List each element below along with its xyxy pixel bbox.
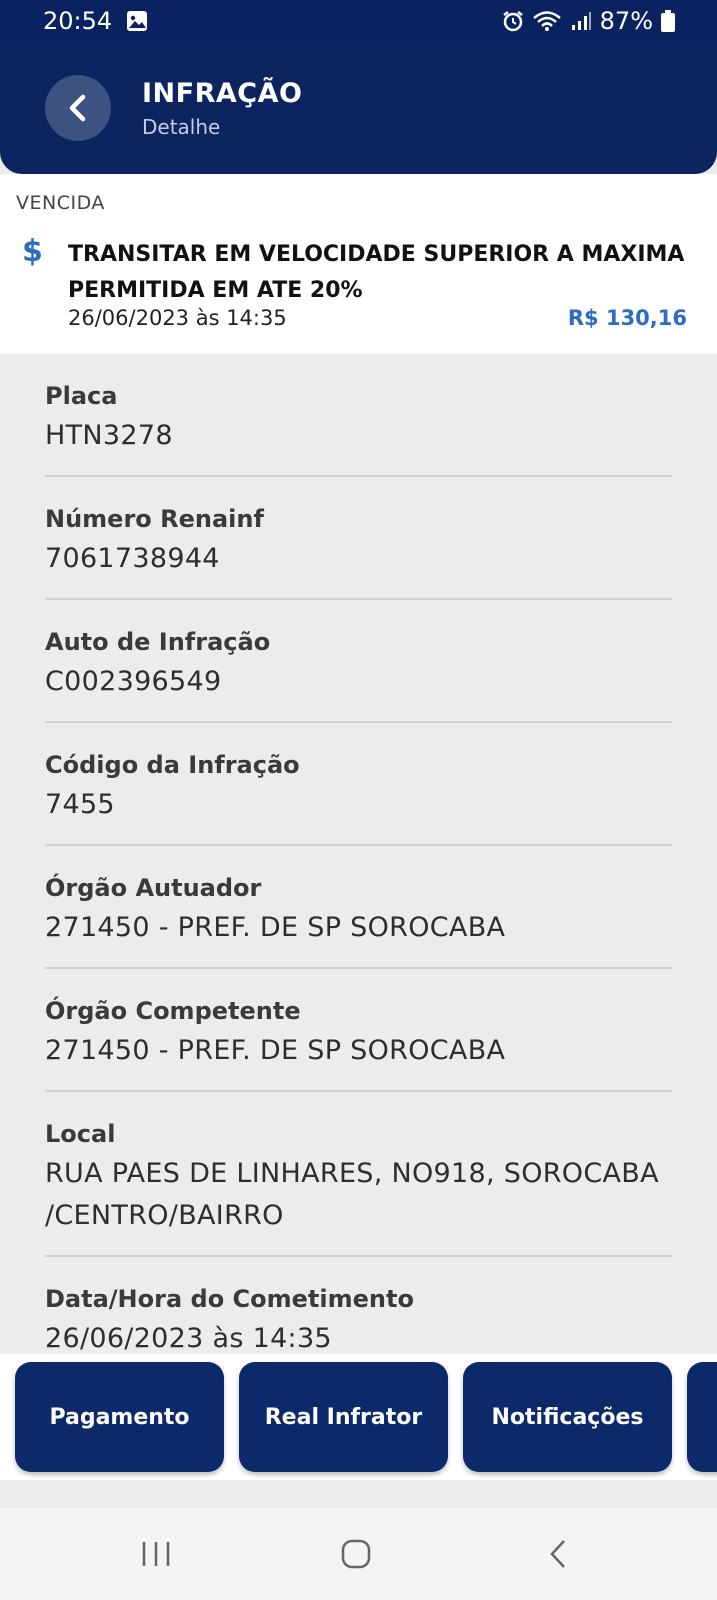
more-action-button[interactable] <box>687 1362 717 1472</box>
infraction-datetime: 26/06/2023 às 14:35 <box>68 306 287 330</box>
image-notification-icon <box>126 10 148 32</box>
wifi-icon <box>532 10 562 32</box>
details-list[interactable]: Placa HTN3278 Número Renainf 7061738944 … <box>45 354 672 1354</box>
status-bar: 20:54 87% <box>0 0 717 42</box>
field-value: RUA PAES DE LINHARES, NO918, SOROCABA /C… <box>45 1158 659 1231</box>
app-header: INFRAÇÃO Detalhe <box>0 42 717 174</box>
page-subtitle: Detalhe <box>142 115 221 139</box>
field-local: Local RUA PAES DE LINHARES, NO918, SOROC… <box>45 1092 672 1257</box>
back-button[interactable] <box>45 75 111 141</box>
field-value: 7061738944 <box>45 543 220 574</box>
field-label: Placa <box>45 382 118 410</box>
field-placa: Placa HTN3278 <box>45 354 672 477</box>
recent-apps-icon <box>142 1542 170 1566</box>
signal-icon <box>570 10 592 32</box>
infraction-summary: VENCIDA $ TRANSITAR EM VELOCIDADE SUPERI… <box>0 174 717 354</box>
notifications-button[interactable]: Notificações <box>463 1362 672 1472</box>
alarm-icon <box>502 10 524 32</box>
payment-button[interactable]: Pagamento <box>15 1362 224 1472</box>
home-icon <box>341 1539 371 1569</box>
field-value: 271450 - PREF. DE SP SOROCABA <box>45 912 506 943</box>
field-codigo-infracao: Código da Infração 7455 <box>45 723 672 846</box>
field-label: Órgão Autuador <box>45 874 262 902</box>
system-nav-bar <box>0 1508 717 1600</box>
field-value: 7455 <box>45 789 115 820</box>
recent-apps-button[interactable] <box>136 1534 176 1574</box>
dollar-icon: $ <box>22 234 43 269</box>
infraction-description: TRANSITAR EM VELOCIDADE SUPERIOR A MAXIM… <box>68 242 685 303</box>
battery-icon <box>661 10 675 32</box>
field-value: C002396549 <box>45 666 222 697</box>
nav-back-button[interactable] <box>538 1534 578 1574</box>
field-label: Órgão Competente <box>45 997 301 1025</box>
field-label: Número Renainf <box>45 505 264 533</box>
field-value: 271450 - PREF. DE SP SOROCABA <box>45 1035 506 1066</box>
real-offender-button[interactable]: Real Infrator <box>239 1362 448 1472</box>
field-label: Data/Hora do Cometimento <box>45 1285 414 1313</box>
field-data-hora: Data/Hora do Cometimento 26/06/2023 às 1… <box>45 1257 672 1354</box>
status-badge: VENCIDA <box>16 192 105 214</box>
back-icon <box>550 1540 565 1568</box>
field-renainf: Número Renainf 7061738944 <box>45 477 672 600</box>
home-button[interactable] <box>336 1534 376 1574</box>
field-label: Local <box>45 1120 116 1148</box>
field-orgao-competente: Órgão Competente 271450 - PREF. DE SP SO… <box>45 969 672 1092</box>
battery-percent: 87% <box>599 7 653 35</box>
field-auto-infracao: Auto de Infração C002396549 <box>45 600 672 723</box>
status-time: 20:54 <box>43 7 113 35</box>
field-label: Auto de Infração <box>45 628 271 656</box>
infraction-amount: R$ 130,16 <box>567 306 687 330</box>
field-value: HTN3278 <box>45 420 173 451</box>
field-value: 26/06/2023 às 14:35 <box>45 1323 332 1354</box>
field-orgao-autuador: Órgão Autuador 271450 - PREF. DE SP SORO… <box>45 846 672 969</box>
chevron-left-icon <box>69 94 86 122</box>
action-bar: Pagamento Real Infrator Notificações <box>0 1354 717 1480</box>
page-title: INFRAÇÃO <box>142 78 303 109</box>
field-label: Código da Infração <box>45 751 300 779</box>
